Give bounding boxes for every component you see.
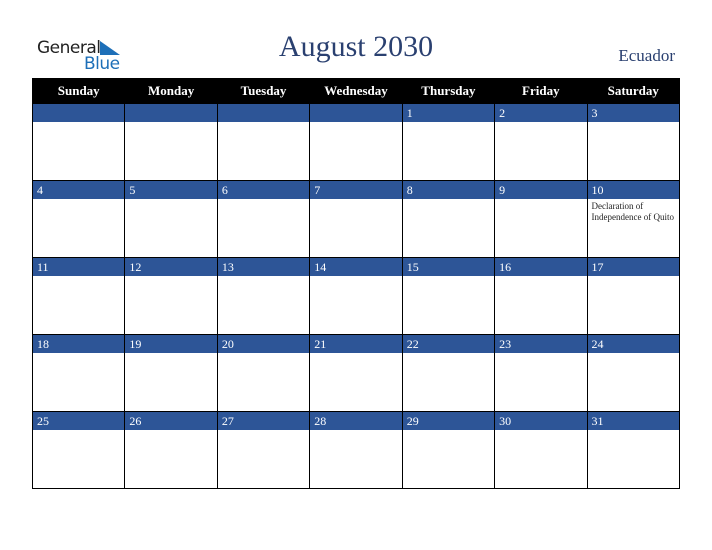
day-number: 8 <box>402 181 495 199</box>
day-number: 18 <box>33 335 125 353</box>
day-cell[interactable]: 5 <box>124 180 218 258</box>
day-cell[interactable]: 24 <box>586 334 681 412</box>
day-number: 25 <box>33 412 125 430</box>
day-number: 19 <box>125 335 217 353</box>
day-number: 10 <box>587 181 679 199</box>
day-cell[interactable]: 12 <box>124 257 218 335</box>
day-number: 3 <box>587 104 679 122</box>
weekday-header-row: Sunday Monday Tuesday Wednesday Thursday… <box>31 78 681 104</box>
day-number: 26 <box>125 412 217 430</box>
day-cell[interactable]: 11 <box>31 257 126 335</box>
day-cell[interactable] <box>216 103 311 181</box>
weekday-header: Thursday <box>401 78 496 104</box>
day-number: 9 <box>495 181 587 199</box>
day-number: 27 <box>217 412 310 430</box>
day-number: 4 <box>33 181 125 199</box>
day-cell[interactable]: 4 <box>31 180 126 258</box>
day-cell[interactable]: 20 <box>216 334 311 412</box>
day-cell[interactable]: 16 <box>494 257 588 335</box>
day-cell[interactable]: 29 <box>401 411 496 489</box>
weekday-header: Monday <box>124 78 218 104</box>
day-cell[interactable]: 31 <box>586 411 681 489</box>
weekday-header: Friday <box>494 78 588 104</box>
day-number: 20 <box>217 335 310 353</box>
day-cell[interactable]: 7 <box>309 180 403 258</box>
day-cell[interactable] <box>309 103 403 181</box>
holiday-event: Declaration of Independence of Quito <box>591 201 674 222</box>
day-cell[interactable]: 27 <box>216 411 311 489</box>
day-number: 7 <box>310 181 402 199</box>
day-cell[interactable]: 30 <box>494 411 588 489</box>
day-cell[interactable]: 18 <box>31 334 126 412</box>
day-cell[interactable]: 10 Declaration of Independence of Quito <box>586 180 681 258</box>
day-number: 13 <box>217 258 310 276</box>
day-cell[interactable]: 3 <box>586 103 681 181</box>
day-number: 1 <box>402 104 495 122</box>
weekday-header: Sunday <box>31 78 126 104</box>
day-number: 15 <box>402 258 495 276</box>
day-cell[interactable]: 13 <box>216 257 311 335</box>
day-number: 5 <box>125 181 217 199</box>
calendar-title: August 2030 <box>278 30 434 63</box>
day-cell[interactable]: 25 <box>31 411 126 489</box>
day-number: 28 <box>310 412 402 430</box>
day-cell[interactable]: 19 <box>124 334 218 412</box>
day-number: 6 <box>217 181 310 199</box>
day-number: 31 <box>587 412 679 430</box>
day-cell[interactable]: 6 <box>216 180 311 258</box>
day-number: 2 <box>495 104 587 122</box>
day-number: 14 <box>310 258 402 276</box>
week-row: 25 26 27 28 29 30 31 <box>31 411 681 489</box>
day-number: 17 <box>587 258 679 276</box>
day-number: 24 <box>587 335 679 353</box>
day-cell[interactable]: 17 <box>586 257 681 335</box>
week-row: 123 <box>31 103 681 181</box>
day-number <box>217 104 310 122</box>
day-number: 22 <box>402 335 495 353</box>
day-number: 11 <box>33 258 125 276</box>
day-cell[interactable]: 1 <box>401 103 496 181</box>
day-cell[interactable]: 21 <box>309 334 403 412</box>
day-cell[interactable]: 15 <box>401 257 496 335</box>
day-number <box>310 104 402 122</box>
weekday-header: Wednesday <box>309 78 403 104</box>
day-cell[interactable]: 8 <box>401 180 496 258</box>
calendar-grid: Sunday Monday Tuesday Wednesday Thursday… <box>31 78 681 489</box>
day-number: 21 <box>310 335 402 353</box>
week-row: 11 12 13 14 15 16 17 <box>31 257 681 335</box>
week-row: 18 19 20 21 22 23 24 <box>31 334 681 412</box>
day-number: 16 <box>495 258 587 276</box>
day-number <box>33 104 125 122</box>
day-number <box>125 104 217 122</box>
day-number: 29 <box>402 412 495 430</box>
day-number: 12 <box>125 258 217 276</box>
weekday-header: Tuesday <box>216 78 311 104</box>
day-cell[interactable]: 28 <box>309 411 403 489</box>
day-number: 23 <box>495 335 587 353</box>
day-cell[interactable] <box>31 103 126 181</box>
day-cell[interactable] <box>124 103 218 181</box>
day-cell[interactable]: 23 <box>494 334 588 412</box>
day-cell[interactable]: 14 <box>309 257 403 335</box>
week-row: 4 5 6 7 8 9 10 Declaration of Independence of Q… <box>31 180 681 258</box>
day-cell[interactable]: 26 <box>124 411 218 489</box>
country-label: Ecuador <box>618 46 675 65</box>
weekday-header: Saturday <box>586 78 681 104</box>
day-cell[interactable]: 22 <box>401 334 496 412</box>
day-cell[interactable]: 2 <box>494 103 588 181</box>
day-number: 30 <box>495 412 587 430</box>
day-cell[interactable]: 9 <box>494 180 588 258</box>
